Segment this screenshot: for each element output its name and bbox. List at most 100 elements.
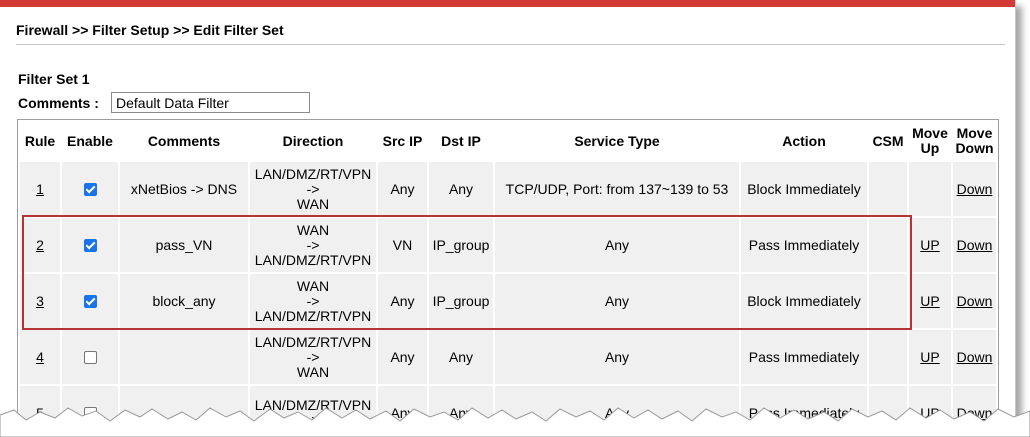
col-header-enable: Enable — [67, 132, 113, 149]
service-type-cell: TCP/UDP, Port: from 137~139 to 53 — [495, 162, 739, 216]
torn-edge — [0, 407, 1030, 437]
col-header-comments: Comments — [147, 132, 221, 149]
direction-line-from: WAN — [296, 277, 330, 294]
comments-cell: pass_VN — [120, 218, 248, 272]
csm-cell — [869, 274, 907, 328]
enable-checkbox[interactable] — [83, 351, 97, 365]
action-cell: Pass Immediately — [741, 330, 867, 384]
direction-line-to: WAN — [296, 195, 330, 212]
col-header-dst-ip: Dst IP — [441, 132, 481, 149]
comments-cell: xNetBios -> DNS — [120, 162, 248, 216]
move-up-cell: UP — [909, 274, 951, 328]
table-header-row: Rule Enable Comments Direction Src IP Ds… — [20, 122, 996, 160]
move-up-link[interactable]: UP — [920, 349, 939, 365]
direction-line-from: WAN — [296, 221, 330, 238]
csm-cell — [869, 330, 907, 384]
comments-cell: block_any — [120, 274, 248, 328]
enable-cell — [62, 330, 118, 384]
table-row: 4 LAN/DMZ/RT/VPN -> WAN Any Any Any Pass Immedi… — [20, 330, 996, 384]
src-ip-cell: VN — [378, 218, 427, 272]
col-header-rule: Rule — [24, 132, 56, 149]
col-header-csm: CSM — [872, 132, 904, 149]
direction-cell: WAN -> LAN/DMZ/RT/VPN — [250, 218, 376, 272]
action-cell: Block Immediately — [741, 274, 867, 328]
move-down-link[interactable]: Down — [957, 349, 993, 365]
dst-ip-cell: Any — [429, 162, 493, 216]
move-down-link[interactable]: Down — [957, 293, 993, 309]
rule-number-link[interactable]: 1 — [36, 181, 44, 197]
move-down-cell: Down — [953, 218, 996, 272]
src-ip-cell: Any — [378, 274, 427, 328]
move-down-cell: Down — [953, 330, 996, 384]
dst-ip-cell: Any — [429, 330, 493, 384]
csm-cell — [869, 218, 907, 272]
direction-arrow: -> — [306, 180, 320, 197]
col-header-src-ip: Src IP — [382, 132, 423, 149]
service-type-cell: Any — [495, 330, 739, 384]
rule-cell: 4 — [20, 330, 60, 384]
comments-label: Comments : — [18, 95, 99, 111]
col-header-move-down-line2: Down — [955, 140, 994, 156]
col-header-move-down-line1: Move — [956, 125, 993, 141]
enable-checkbox[interactable] — [83, 183, 97, 197]
direction-arrow: -> — [306, 236, 320, 253]
screenshot-panel: Firewall >> Filter Setup >> Edit Filter … — [0, 0, 1016, 425]
table-row: 3 block_any WAN -> LAN/DMZ/RT/VPN Any IP_group… — [20, 274, 996, 328]
col-header-move-down: Move Down — [953, 122, 996, 160]
action-cell: Block Immediately — [741, 162, 867, 216]
direction-line-to: WAN — [296, 363, 330, 380]
rule-number-link[interactable]: 4 — [36, 349, 44, 365]
filter-rules-table: Rule Enable Comments Direction Src IP Ds… — [17, 119, 999, 425]
col-header-direction: Direction — [282, 132, 344, 149]
breadcrumb: Firewall >> Filter Setup >> Edit Filter … — [16, 22, 284, 38]
move-down-cell: Down — [953, 162, 996, 216]
table-row: 2 pass_VN WAN -> LAN/DMZ/RT/VPN VN IP_group Any… — [20, 218, 996, 272]
move-up-link[interactable]: UP — [920, 237, 939, 253]
rule-cell: 2 — [20, 218, 60, 272]
direction-arrow: -> — [306, 348, 320, 365]
src-ip-cell: Any — [378, 330, 427, 384]
move-down-link[interactable]: Down — [957, 181, 993, 197]
direction-arrow: -> — [306, 292, 320, 309]
direction-cell: LAN/DMZ/RT/VPN -> WAN — [250, 330, 376, 384]
move-down-link[interactable]: Down — [957, 237, 993, 253]
direction-cell: LAN/DMZ/RT/VPN -> WAN — [250, 162, 376, 216]
move-up-cell: UP — [909, 330, 951, 384]
enable-cell — [62, 218, 118, 272]
csm-cell — [869, 162, 907, 216]
move-up-cell — [909, 162, 951, 216]
enable-checkbox[interactable] — [83, 239, 97, 253]
direction-line-from: LAN/DMZ/RT/VPN — [254, 333, 372, 350]
top-accent-bar — [0, 0, 1015, 7]
rule-number-link[interactable]: 2 — [36, 237, 44, 253]
enable-cell — [62, 274, 118, 328]
col-header-move-up-line2: Up — [920, 140, 940, 156]
dst-ip-cell: IP_group — [429, 218, 493, 272]
col-header-service-type: Service Type — [574, 132, 660, 149]
filter-set-title: Filter Set 1 — [18, 71, 90, 87]
comments-input[interactable] — [111, 92, 310, 113]
service-type-cell: Any — [495, 218, 739, 272]
divider — [16, 44, 1005, 45]
direction-cell: WAN -> LAN/DMZ/RT/VPN — [250, 274, 376, 328]
service-type-cell: Any — [495, 274, 739, 328]
dst-ip-cell: IP_group — [429, 274, 493, 328]
direction-line-to: LAN/DMZ/RT/VPN — [254, 307, 372, 324]
direction-line-from: LAN/DMZ/RT/VPN — [254, 165, 372, 182]
enable-cell — [62, 162, 118, 216]
col-header-move-up: Move Up — [909, 122, 951, 160]
direction-line-to: LAN/DMZ/RT/VPN — [254, 251, 372, 268]
comments-cell — [120, 330, 248, 384]
action-cell: Pass Immediately — [741, 218, 867, 272]
rule-cell: 1 — [20, 162, 60, 216]
enable-checkbox[interactable] — [83, 295, 97, 309]
src-ip-cell: Any — [378, 162, 427, 216]
rule-number-link[interactable]: 3 — [36, 293, 44, 309]
col-header-action: Action — [782, 132, 826, 149]
table-row: 1 xNetBios -> DNS LAN/DMZ/RT/VPN -> WAN Any An… — [20, 162, 996, 216]
move-up-cell: UP — [909, 218, 951, 272]
col-header-move-up-line1: Move — [912, 125, 948, 141]
rule-cell: 3 — [20, 274, 60, 328]
move-up-link[interactable]: UP — [920, 293, 939, 309]
move-down-cell: Down — [953, 274, 996, 328]
